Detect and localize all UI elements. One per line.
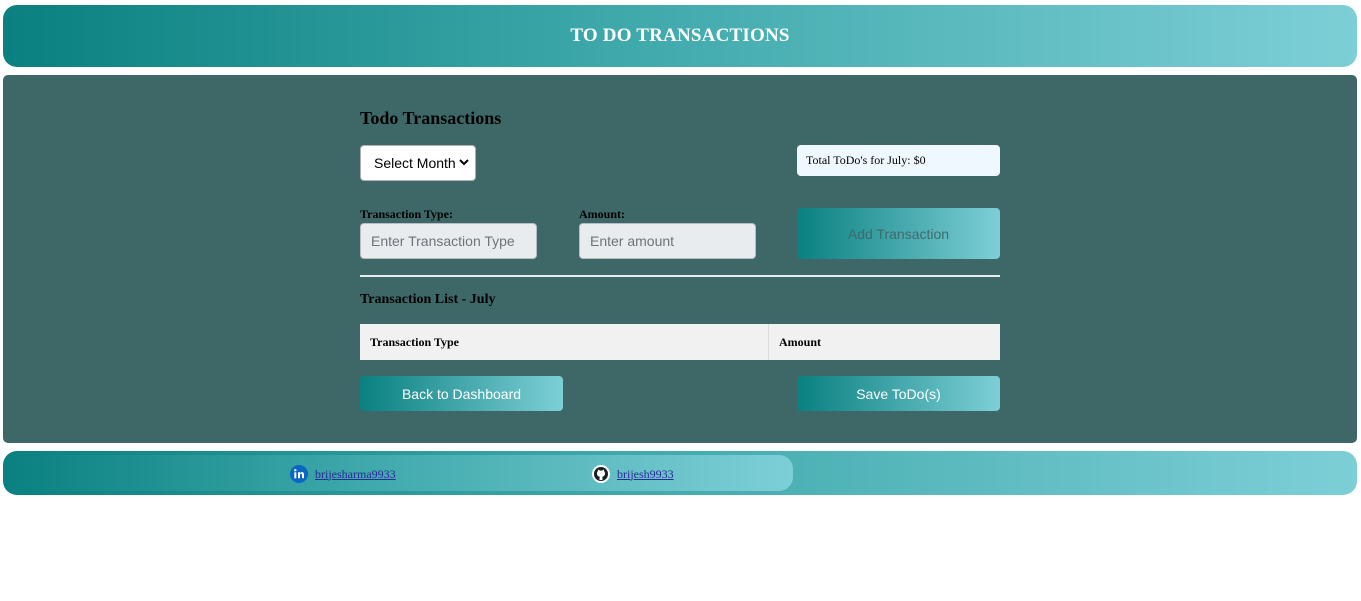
transaction-list-title: Transaction List - July (360, 292, 496, 307)
transaction-table: Transaction Type Amount (360, 324, 1000, 360)
panel-title: Todo Transactions (360, 108, 502, 128)
todo-panel: Todo Transactions Select Month Total ToD… (3, 75, 1357, 443)
github-link-group: brijesh9933 (592, 465, 674, 483)
chevron-down-icon (459, 159, 469, 166)
github-icon (592, 465, 610, 483)
save-todos-button[interactable]: Save ToDo(s) (797, 376, 1000, 411)
linkedin-link-group: brijesharma9933 (290, 465, 396, 483)
column-header-transaction-type: Transaction Type (370, 334, 460, 349)
monthly-total-label: Total ToDo's for July: $0 (806, 153, 926, 167)
linkedin-icon (290, 465, 308, 483)
divider (360, 275, 1000, 277)
column-header-amount: Amount (768, 324, 1000, 360)
amount-input[interactable] (579, 223, 756, 259)
amount-label: Amount: (579, 207, 626, 221)
page-footer: brijesharma9933 brijesh9933 (3, 451, 1357, 495)
transaction-type-input[interactable] (360, 223, 537, 259)
linkedin-link[interactable]: brijesharma9933 (315, 467, 396, 482)
github-link[interactable]: brijesh9933 (617, 467, 674, 482)
back-to-dashboard-button[interactable]: Back to Dashboard (360, 376, 563, 411)
table-header-row: Transaction Type Amount (360, 324, 1000, 360)
page-header: TO DO TRANSACTIONS (3, 5, 1357, 67)
page-title: TO DO TRANSACTIONS (570, 25, 790, 46)
add-transaction-button[interactable]: Add Transaction (797, 208, 1000, 259)
monthly-total: Total ToDo's for July: $0 (797, 145, 1000, 176)
month-select-value: Select Month (374, 155, 456, 171)
footer-links-bar: brijesharma9933 brijesh9933 (3, 455, 793, 491)
transaction-type-label: Transaction Type: (360, 207, 454, 221)
month-select[interactable]: Select Month (360, 145, 476, 181)
